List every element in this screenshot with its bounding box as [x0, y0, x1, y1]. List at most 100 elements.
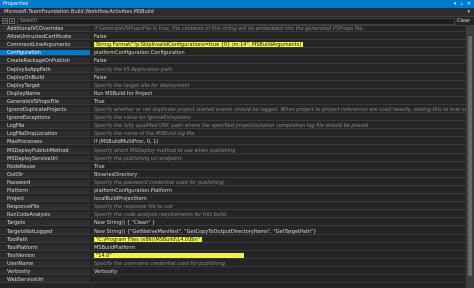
highlighted-value: "14.0"	[94, 252, 244, 258]
chevron-down-icon[interactable]: ▾	[467, 9, 470, 16]
property-value[interactable]: If GenerateVSPropsFile is true, the cont…	[91, 26, 466, 32]
property-value[interactable]: BinariesDirectory	[91, 172, 466, 178]
property-name: GenerateVSPropsFile	[0, 98, 90, 105]
alphabetical-icon[interactable]: ↓	[9, 18, 15, 24]
property-value[interactable]: Specify the fully qualified UNC path whe…	[91, 123, 466, 130]
search-input[interactable]: Search	[17, 18, 455, 25]
property-name: CreateRackageOnPublish	[0, 58, 90, 65]
property-row[interactable]: LogFile Specify the fully qualified UNC p…	[0, 123, 466, 130]
property-name: Project	[0, 196, 90, 203]
property-row[interactable]: RunCodeAnalysis Specify the code analysis…	[0, 212, 466, 219]
property-value[interactable]: Specify whether or not duplicate project…	[91, 107, 466, 113]
property-row[interactable]: NodeReuse True	[0, 163, 466, 170]
property-value[interactable]: Specify the username credential used for…	[91, 261, 466, 267]
property-value[interactable]: Specify the publishing url endpoint.	[91, 156, 466, 162]
property-row[interactable]: ToolVersion "14.0"	[0, 252, 466, 259]
window-title: Properties	[3, 1, 29, 7]
property-row[interactable]: MaxProcesses If (MSBuildMultiProc, 0, 1)	[0, 139, 466, 146]
property-row[interactable]: CreateRackageOnPublish False	[0, 58, 466, 65]
property-row[interactable]: Project localBuildProjectItem	[0, 196, 466, 203]
property-row[interactable]: OutDir BinariesDirectory	[0, 171, 466, 178]
property-name: CommandLineArguments	[0, 42, 90, 49]
property-name: Verbosity	[0, 269, 90, 275]
property-name: OutDir	[0, 171, 90, 178]
property-row[interactable]: DeployIisAppPath Specify the IIS Applicat…	[0, 66, 466, 73]
title-bar: Properties ▾ ⊥ ✕	[0, 0, 474, 8]
property-row[interactable]: Verbosity Verbosity	[0, 269, 466, 275]
property-row[interactable]: ResponseFile Specify the response file to…	[0, 204, 466, 211]
property-name: Password	[0, 179, 90, 186]
property-row[interactable]: TargetsNotLogged New String() {"GetNative…	[0, 228, 466, 235]
property-name: NodeReuse	[0, 163, 90, 170]
property-value[interactable]: False	[91, 75, 466, 81]
property-row[interactable]: DeployOnBuild False	[0, 74, 466, 81]
property-value[interactable]: True	[91, 99, 466, 105]
property-value[interactable]: Specify the value for IgnoreExceptions	[91, 115, 466, 122]
property-value[interactable]: New String() { "Clean" }	[91, 220, 466, 227]
property-name: IgnoreExceptions	[0, 115, 90, 122]
property-name: ToolPath	[0, 236, 90, 243]
property-value[interactable]: False	[91, 58, 466, 65]
property-value[interactable]: True	[91, 164, 466, 170]
property-name: DeployIisAppPath	[0, 66, 90, 73]
property-value[interactable]: "C:\Program Files (x86)\MSBuild\14.0\Bin…	[91, 236, 466, 243]
property-value[interactable]: String.Format("/p:SkipInvalidConfigurati…	[91, 42, 466, 49]
property-row[interactable]: MSDeployServiceUrl Specify the publishing…	[0, 155, 466, 162]
property-row[interactable]: Platform platformConfiguration.Platform	[0, 188, 466, 194]
property-value[interactable]: "14.0"	[91, 252, 466, 259]
scrollbar-thumb[interactable]	[468, 36, 472, 276]
property-row[interactable]: Targets New String() { "Clean" }	[0, 220, 466, 227]
property-name: ToolVersion	[0, 252, 90, 259]
property-value[interactable]: Specify which MSDeploy method to use whe…	[91, 148, 466, 154]
property-grid: AdditionalVCOverrides If GenerateVSPropsF…	[0, 26, 466, 288]
property-row[interactable]: IgnoreDuplicateProjects Specify whether o…	[0, 107, 466, 113]
property-row[interactable]: IgnoreExceptions Specify the value for Ig…	[0, 115, 466, 122]
property-name: Platform	[0, 188, 90, 194]
object-selector[interactable]: Microsoft.TeamFoundation.Build.Workflow.…	[0, 8, 474, 17]
property-row[interactable]: Configuration platformConfiguration.Confi…	[0, 50, 466, 57]
property-value[interactable]: Specify the response file to use	[91, 204, 466, 211]
property-name: UserName	[0, 260, 90, 267]
property-row[interactable]: WebServiceUrl	[0, 277, 466, 284]
property-row[interactable]: AdditionalVCOverrides If GenerateVSPropsF…	[0, 26, 466, 32]
property-row[interactable]: MSDeployPublishMethod Specify which MSDep…	[0, 147, 466, 154]
property-value[interactable]: Specify the IIS Application path.	[91, 67, 466, 73]
property-row[interactable]: Password Specify the password credential …	[0, 179, 466, 186]
property-name: ResponseFile	[0, 204, 90, 211]
property-value[interactable]: MSBuildPlatform	[91, 245, 466, 251]
property-value[interactable]: Run MSBuild for Project	[91, 91, 466, 97]
property-row[interactable]: LogFileDropLocation Specify the name of t…	[0, 131, 466, 138]
pin-icon[interactable]: ⊥	[459, 1, 463, 7]
close-icon[interactable]: ✕	[467, 1, 471, 7]
property-row[interactable]: UserName Specify the username credential …	[0, 260, 466, 267]
property-value[interactable]: New String() {"GetNativeManifest", "GetC…	[91, 229, 466, 235]
property-row[interactable]: ToolPlatform MSBuildPlatform	[0, 244, 466, 251]
property-row[interactable]: DeployTarget Specify the target site for …	[0, 82, 466, 89]
property-name: DisplayName	[0, 90, 90, 97]
toolbar: ≡ ↓ Search Clear	[0, 17, 474, 26]
property-name: Configuration	[0, 50, 90, 57]
property-row[interactable]: AllowUntrustedCertificate False	[0, 34, 466, 41]
dropdown-icon[interactable]: ▾	[454, 1, 457, 7]
property-value[interactable]: Specify the code analysis requirements f…	[91, 212, 466, 219]
property-value[interactable]: Specify the name of the MSBuild log file…	[91, 131, 466, 138]
property-value[interactable]	[91, 277, 466, 284]
clear-button[interactable]: Clear	[457, 18, 470, 25]
property-name: MSDeployPublishMethod	[0, 147, 90, 154]
categorized-icon[interactable]: ≡	[2, 18, 8, 24]
property-value[interactable]: Verbosity	[91, 269, 466, 275]
property-name: DeployOnBuild	[0, 74, 90, 81]
property-value[interactable]: localBuildProjectItem	[91, 196, 466, 203]
property-value[interactable]: Specify the target site for deployment	[91, 83, 466, 89]
property-value[interactable]: platformConfiguration.Configuration	[91, 50, 466, 57]
property-value[interactable]: platformConfiguration.Platform	[91, 188, 466, 194]
property-row[interactable]: CommandLineArguments String.Format("/p:Sk…	[0, 42, 466, 49]
property-value[interactable]: False	[91, 34, 466, 41]
property-value[interactable]: Specify the password credential used for…	[91, 180, 466, 186]
scrollbar[interactable]	[466, 26, 474, 288]
property-value[interactable]: If (MSBuildMultiProc, 0, 1)	[91, 139, 466, 146]
property-row[interactable]: DisplayName Run MSBuild for Project	[0, 90, 466, 97]
property-name: TargetsNotLogged	[0, 228, 90, 235]
property-row[interactable]: GenerateVSPropsFile True	[0, 98, 466, 105]
property-row[interactable]: ToolPath "C:\Program Files (x86)\MSBuild\…	[0, 236, 466, 243]
